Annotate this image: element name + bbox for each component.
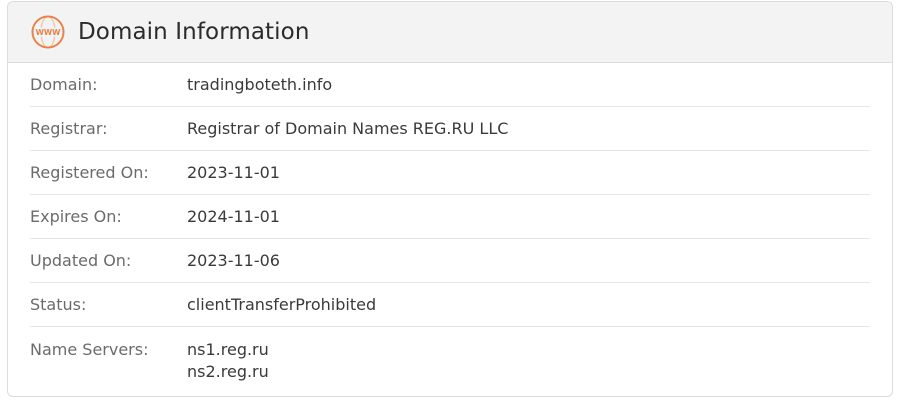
expires-on-label: Expires On: <box>30 207 122 226</box>
row-registered-on: Registered On: 2023-11-01 <box>30 151 870 195</box>
row-status: Status: clientTransferProhibited <box>30 283 870 327</box>
row-expires-on: Expires On: 2024-11-01 <box>30 195 870 239</box>
domain-value: tradingboteth.info <box>187 75 333 94</box>
card-title: Domain Information <box>78 19 310 45</box>
registered-on-label: Registered On: <box>30 163 149 182</box>
domain-details: Domain: tradingboteth.info Registrar: Re… <box>8 63 892 381</box>
row-updated-on: Updated On: 2023-11-06 <box>30 239 870 283</box>
domain-label: Domain: <box>30 75 98 94</box>
row-domain: Domain: tradingboteth.info <box>30 63 870 107</box>
www-globe-icon: WWW <box>31 15 65 49</box>
name-server-1: ns1.reg.ru <box>187 340 269 359</box>
card-header: WWW Domain Information <box>8 2 892 63</box>
updated-on-value: 2023-11-06 <box>187 251 280 270</box>
name-servers-list: ns1.reg.ru ns2.reg.ru <box>187 340 269 381</box>
registrar-label: Registrar: <box>30 119 108 138</box>
updated-on-label: Updated On: <box>30 251 132 270</box>
row-name-servers: Name Servers: ns1.reg.ru ns2.reg.ru <box>30 327 870 381</box>
row-registrar: Registrar: Registrar of Domain Names REG… <box>30 107 870 151</box>
expires-on-value: 2024-11-01 <box>187 207 280 226</box>
www-icon-text: WWW <box>36 28 62 37</box>
name-server-2: ns2.reg.ru <box>187 362 269 381</box>
name-servers-label: Name Servers: <box>30 340 149 359</box>
registered-on-value: 2023-11-01 <box>187 163 280 182</box>
registrar-value: Registrar of Domain Names REG.RU LLC <box>187 119 509 138</box>
domain-information-card: WWW Domain Information Domain: tradingbo… <box>7 1 893 397</box>
status-label: Status: <box>30 295 87 314</box>
status-value: clientTransferProhibited <box>187 295 377 314</box>
